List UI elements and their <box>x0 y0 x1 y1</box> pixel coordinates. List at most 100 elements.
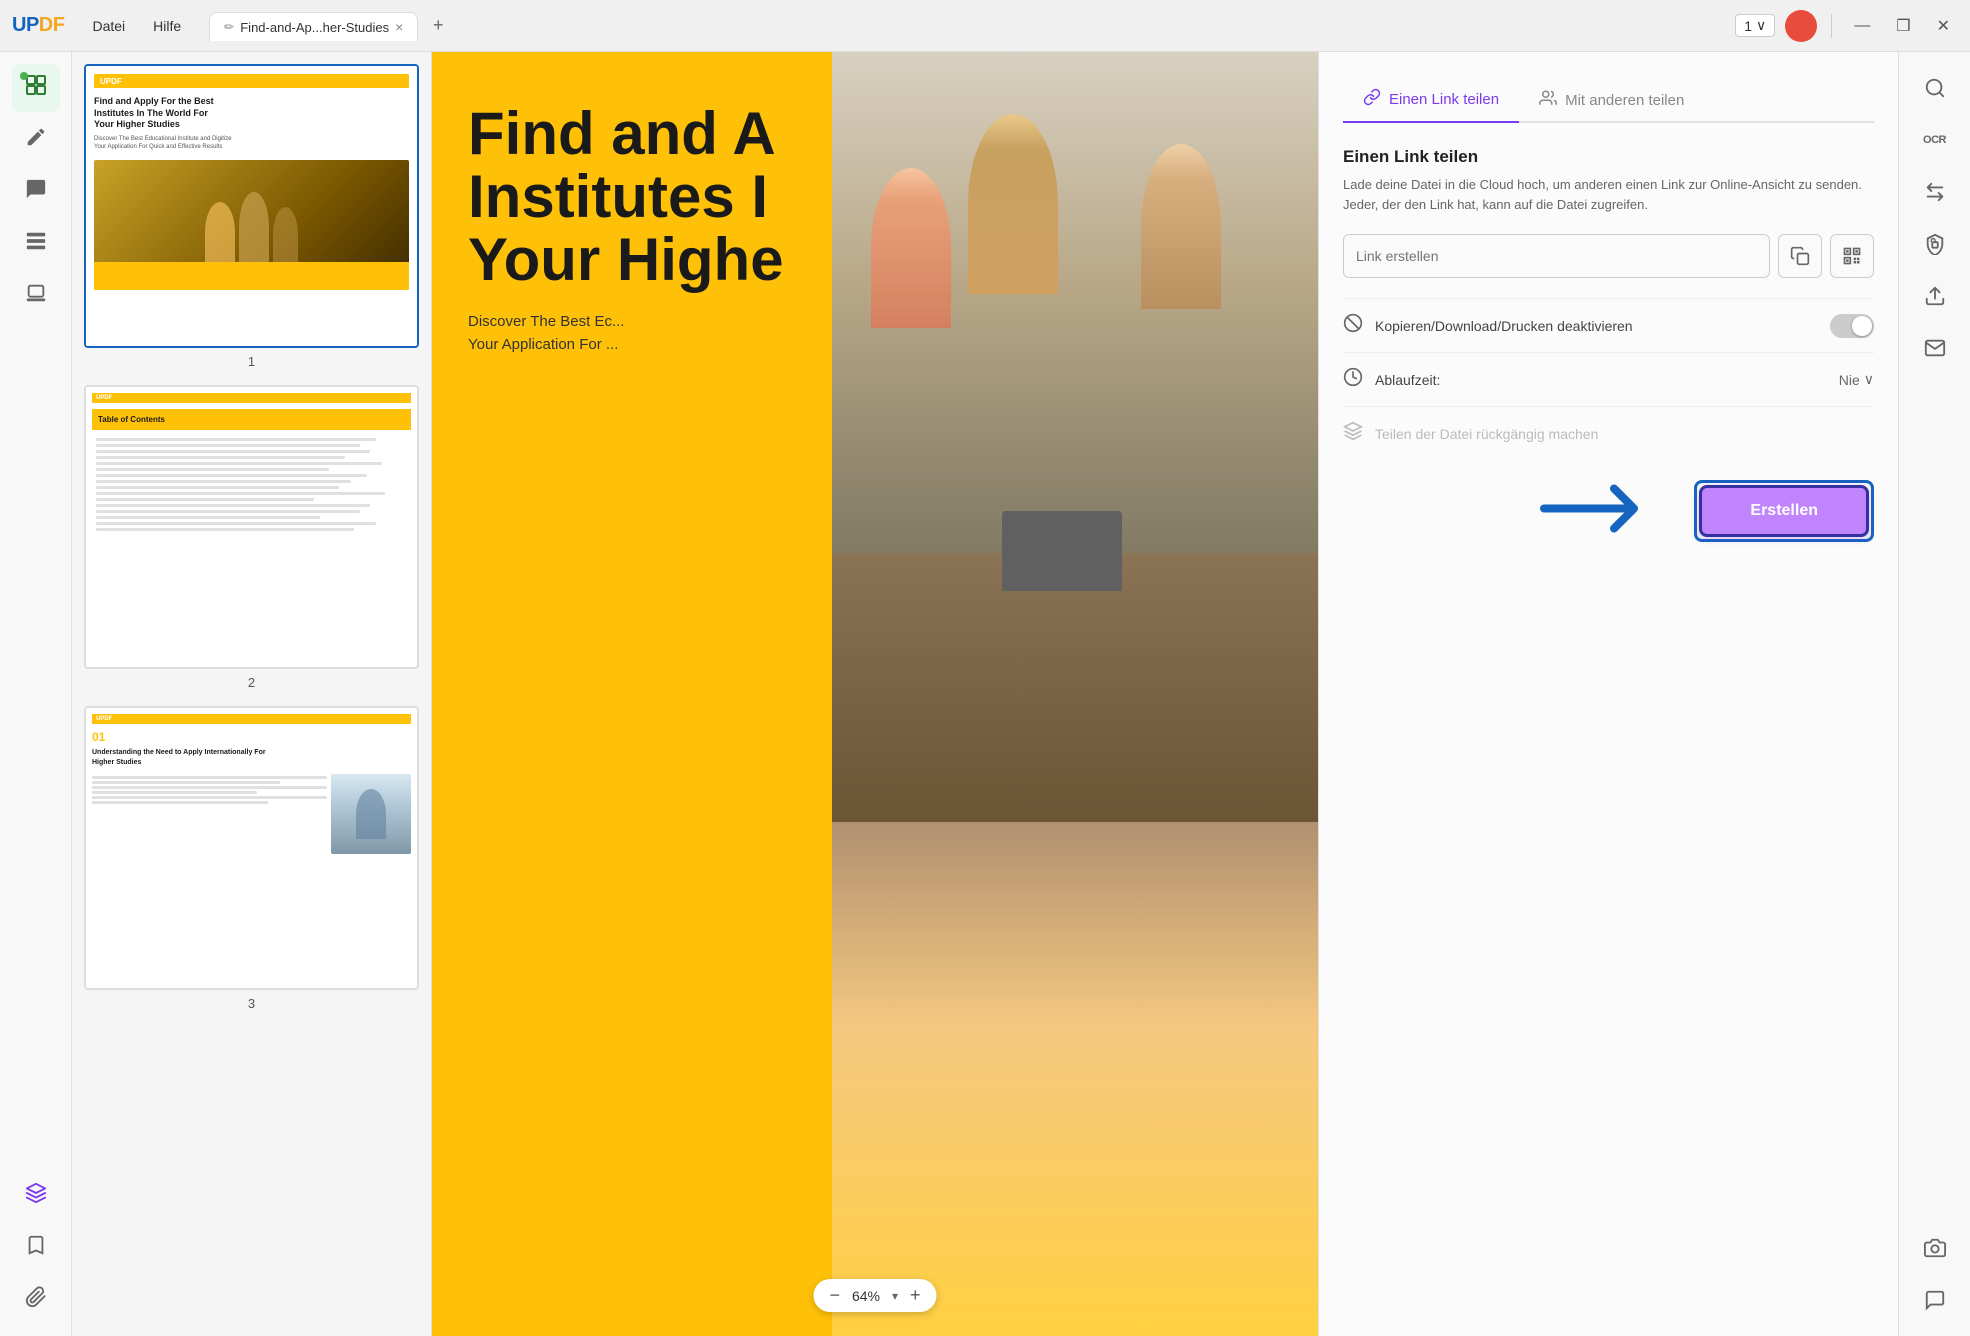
create-button-border: Erstellen <box>1694 480 1874 542</box>
sidebar-item-organize[interactable] <box>12 220 60 268</box>
separator <box>1831 14 1832 38</box>
pdf-yellow-section: Find and A Institutes I Your Highe Disco… <box>432 52 832 1336</box>
right-search-icon[interactable] <box>1911 64 1959 112</box>
expire-value-text: Nie <box>1839 372 1860 388</box>
thumbnail-page-2[interactable]: UPDF Table of Contents <box>84 385 419 690</box>
right-upload-icon[interactable] <box>1911 272 1959 320</box>
sidebar-item-bookmark[interactable] <box>12 1224 60 1272</box>
right-convert-icon[interactable] <box>1911 168 1959 216</box>
thumbnail-page-3[interactable]: UPDF 01 Understanding the Need to Apply … <box>84 706 419 1011</box>
tab-bar: ✏ Find-and-Ap...her-Studies × + <box>209 11 1727 40</box>
copy-download-label: Kopieren/Download/Drucken deaktivieren <box>1375 318 1830 334</box>
expire-row: Ablaufzeit: Nie ∨ <box>1343 352 1874 406</box>
share-panel: Einen Link teilen Mit anderen teilen Ein… <box>1318 52 1898 1336</box>
right-email-icon[interactable] <box>1911 324 1959 372</box>
restore-button[interactable]: ❐ <box>1888 12 1918 40</box>
current-page: 1 <box>1744 18 1752 34</box>
tab-label: Find-and-Ap...her-Studies <box>240 20 389 35</box>
sidebar-item-edit[interactable] <box>12 116 60 164</box>
bookmark-icon <box>25 1234 47 1262</box>
thumb-image-2: UPDF Table of Contents <box>84 385 419 669</box>
sidebar-item-layers[interactable] <box>12 1172 60 1220</box>
right-camera-icon[interactable] <box>1911 1224 1959 1272</box>
titlebar-right: 1 ∨ — ❐ ✕ <box>1735 10 1958 42</box>
page2-content: UPDF Table of Contents <box>86 387 417 667</box>
sidebar-item-thumbnails[interactable] <box>12 64 60 112</box>
file-menu[interactable]: Datei <box>80 14 137 38</box>
page-indicator[interactable]: 1 ∨ <box>1735 14 1775 37</box>
zoom-value: 64% <box>852 1288 880 1304</box>
logo-text: UPDF <box>12 14 64 37</box>
tab-edit-icon: ✏ <box>224 20 234 34</box>
tab-link-share[interactable]: Einen Link teilen <box>1343 78 1519 123</box>
copy-download-icon <box>1343 313 1363 338</box>
zoom-toolbar: − 64% ▾ + <box>813 1279 936 1312</box>
copy-download-toggle[interactable] <box>1830 314 1874 338</box>
right-protect-icon[interactable] <box>1911 220 1959 268</box>
edit-icon <box>25 126 47 154</box>
page1-content: UPDF Find and Apply For the BestInstitut… <box>86 66 417 346</box>
app-logo: UPDF <box>12 14 64 37</box>
expire-dropdown-icon: ∨ <box>1864 371 1874 388</box>
sidebar-item-comment[interactable] <box>12 168 60 216</box>
create-button-wrapper: Erstellen <box>1343 480 1874 542</box>
link-input-field[interactable] <box>1343 234 1770 278</box>
share-tabs: Einen Link teilen Mit anderen teilen <box>1343 76 1874 123</box>
organize-icon <box>25 230 47 258</box>
tab-close-button[interactable]: × <box>395 19 403 35</box>
thumb-label-1: 1 <box>84 354 419 369</box>
thumb-image-3: UPDF 01 Understanding the Need to Apply … <box>84 706 419 990</box>
thumb-label-2: 2 <box>84 675 419 690</box>
menu-bar: Datei Hilfe <box>80 14 193 38</box>
active-tab[interactable]: ✏ Find-and-Ap...her-Studies × <box>209 12 418 41</box>
page3-number: 01 <box>92 730 411 744</box>
link-copy-button[interactable] <box>1778 234 1822 278</box>
arrow-pointer <box>1534 479 1674 544</box>
right-sidebar: OCR <box>1898 52 1970 1336</box>
zoom-dropdown[interactable]: ▾ <box>892 1289 898 1303</box>
layers-icon <box>25 1182 47 1210</box>
link-qr-button[interactable] <box>1830 234 1874 278</box>
link-input-row <box>1343 234 1874 278</box>
stamp-icon <box>25 282 47 310</box>
page3-title: Understanding the Need to Apply Internat… <box>92 748 267 768</box>
thumbnail-panel: UPDF Find and Apply For the BestInstitut… <box>72 52 432 1336</box>
new-tab-button[interactable]: + <box>424 12 452 40</box>
paperclip-icon <box>25 1286 47 1314</box>
close-button[interactable]: ✕ <box>1929 12 1958 40</box>
minimize-button[interactable]: — <box>1846 13 1878 39</box>
option-copy-download: Kopieren/Download/Drucken deaktivieren <box>1343 298 1874 352</box>
thumb-image-1: UPDF Find and Apply For the BestInstitut… <box>84 64 419 348</box>
revoke-row: Teilen der Datei rückgängig machen <box>1343 406 1874 460</box>
link-share-icon <box>1363 88 1381 111</box>
zoom-out-button[interactable]: − <box>829 1285 840 1306</box>
active-dot <box>20 72 28 80</box>
tab-link-label: Einen Link teilen <box>1389 91 1499 108</box>
content-area: Find and A Institutes I Your Highe Disco… <box>432 52 1898 1336</box>
expire-icon <box>1343 367 1363 392</box>
create-button[interactable]: Erstellen <box>1699 485 1869 537</box>
page-dropdown-icon[interactable]: ∨ <box>1756 17 1766 34</box>
tab-share-others[interactable]: Mit anderen teilen <box>1519 78 1704 123</box>
left-sidebar <box>0 52 72 1336</box>
pdf-main-title: Find and A Institutes I Your Highe <box>468 102 796 291</box>
page3-content: UPDF 01 Understanding the Need to Apply … <box>86 708 417 988</box>
sidebar-item-attachment[interactable] <box>12 1276 60 1324</box>
user-avatar[interactable] <box>1785 10 1817 42</box>
share-section-title: Einen Link teilen <box>1343 147 1874 167</box>
right-ocr-icon[interactable]: OCR <box>1911 116 1959 164</box>
zoom-in-button[interactable]: + <box>910 1285 921 1306</box>
thumb-label-3: 3 <box>84 996 419 1011</box>
titlebar: UPDF Datei Hilfe ✏ Find-and-Ap...her-Stu… <box>0 0 1970 52</box>
pdf-subtitle: Discover The Best Ec... Your Application… <box>468 311 796 356</box>
thumbnail-page-1[interactable]: UPDF Find and Apply For the BestInstitut… <box>84 64 419 369</box>
share-section-desc: Lade deine Datei in die Cloud hoch, um a… <box>1343 175 1874 214</box>
sidebar-item-stamp[interactable] <box>12 272 60 320</box>
revoke-icon <box>1343 421 1363 446</box>
expire-label: Ablaufzeit: <box>1375 372 1839 388</box>
main-layout: UPDF Find and Apply For the BestInstitut… <box>0 52 1970 1336</box>
right-chat-icon[interactable] <box>1911 1276 1959 1324</box>
help-menu[interactable]: Hilfe <box>141 14 193 38</box>
revoke-label: Teilen der Datei rückgängig machen <box>1375 426 1874 442</box>
expire-value-dropdown[interactable]: Nie ∨ <box>1839 371 1874 388</box>
